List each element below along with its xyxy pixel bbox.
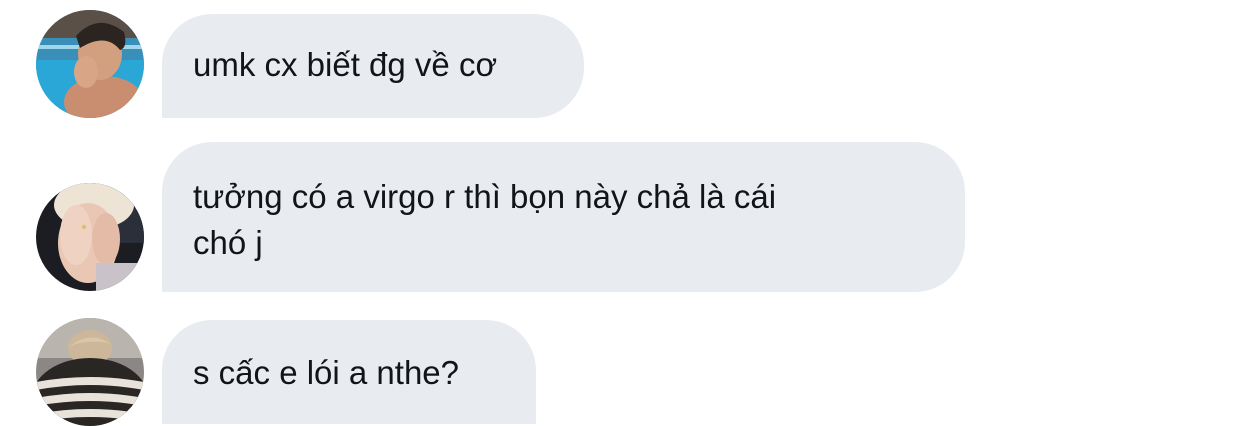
avatar-image [36, 183, 144, 291]
message-text: umk cx biết đg về cơ [193, 46, 498, 83]
message-bubble[interactable]: s cấc e lói a nthe? [162, 320, 536, 424]
avatar-image [36, 318, 144, 426]
message-bubble[interactable]: umk cx biết đg về cơ [162, 14, 584, 118]
avatar[interactable] [36, 10, 144, 118]
avatar[interactable] [36, 318, 144, 426]
avatar[interactable] [36, 183, 144, 291]
message-text: tưởng có a virgo r thì bọn này chả là cá… [193, 178, 777, 215]
avatar-image [36, 10, 144, 118]
message-bubble[interactable]: tưởng có a virgo r thì bọn này chả là cá… [162, 142, 965, 292]
message-text: chó j [193, 224, 263, 261]
message-text: s cấc e lói a nthe? [193, 354, 459, 391]
